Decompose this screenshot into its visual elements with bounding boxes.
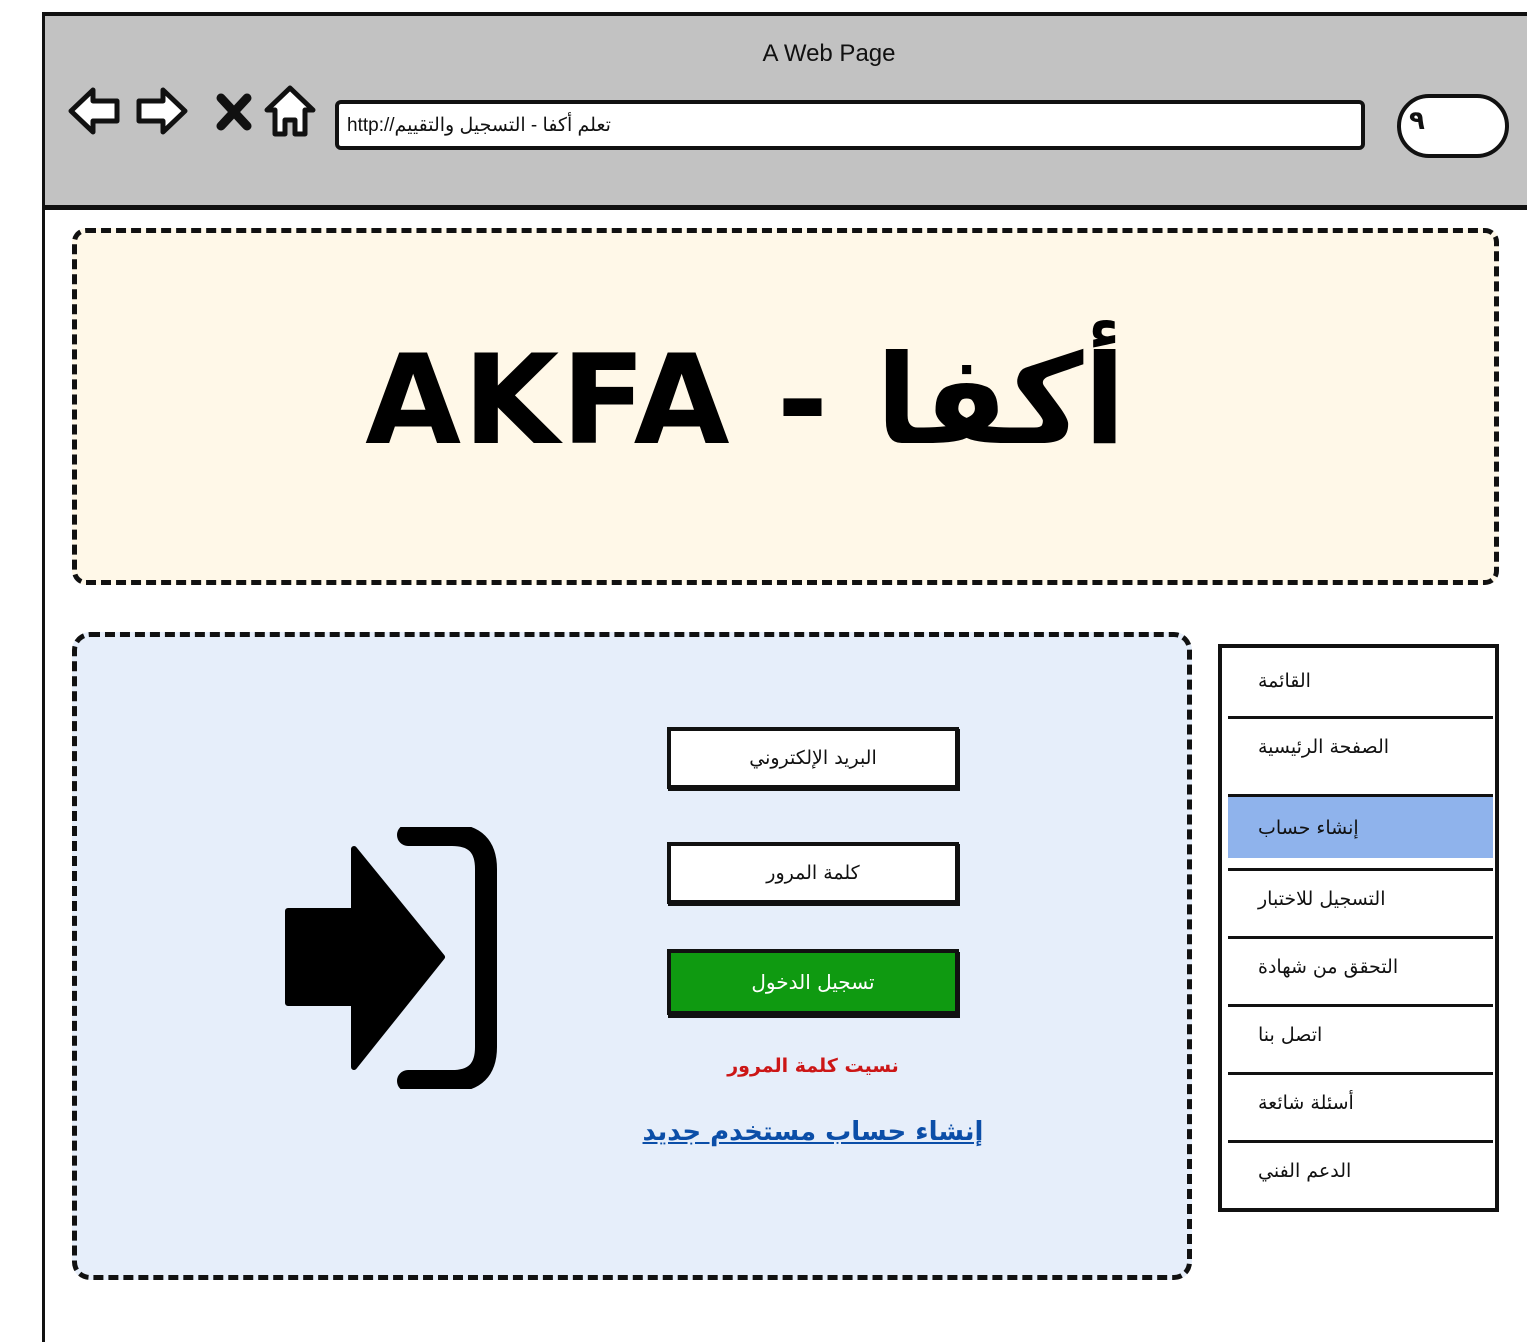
home-icon[interactable] [261,82,319,140]
search-button[interactable]: ٩ [1397,94,1509,158]
menu-item-exam-registration[interactable]: التسجيل للاختبار [1228,868,1493,926]
forward-arrow-icon[interactable] [133,82,191,140]
menu-item-verify-certificate[interactable]: التحقق من شهادة [1228,936,1493,994]
email-field[interactable]: البريد الإلكتروني [667,727,959,789]
address-bar[interactable]: http://تعلم أكفا - التسجيل والتقييم [335,100,1365,150]
menu-item-contact-us[interactable]: اتصل بنا [1228,1004,1493,1062]
window-title: A Web Page [762,40,896,67]
menu-item-support[interactable]: الدعم الفني [1228,1140,1493,1198]
login-panel: البريد الإلكتروني كلمة المرور تسجيل الدخ… [72,632,1192,1280]
menu-item-faq[interactable]: أسئلة شائعة [1228,1072,1493,1130]
create-account-link[interactable]: إنشاء حساب مستخدم جديد [637,1117,989,1147]
password-field[interactable]: كلمة المرور [667,842,959,904]
login-button[interactable]: تسجيل الدخول [667,949,959,1015]
menu-header: القائمة [1258,670,1311,692]
menu-item-home[interactable]: الصفحة الرئيسية [1228,716,1493,774]
login-icon [282,827,512,1089]
search-icon: ٩ [1409,106,1425,136]
forgot-password-link[interactable]: نسيت كلمة المرور [667,1055,959,1077]
side-menu: القائمة الصفحة الرئيسية إنشاء حساب التسج… [1218,644,1499,1212]
menu-item-create-account[interactable]: إنشاء حساب [1228,794,1493,858]
site-banner: AKFA - أكفا [72,228,1499,585]
stop-x-icon[interactable] [205,82,263,140]
back-arrow-icon[interactable] [65,82,123,140]
site-title: AKFA - أكفا [365,328,1126,473]
browser-chrome: A Web Page http://تعلم أكفا - التسجيل وا… [45,16,1527,210]
